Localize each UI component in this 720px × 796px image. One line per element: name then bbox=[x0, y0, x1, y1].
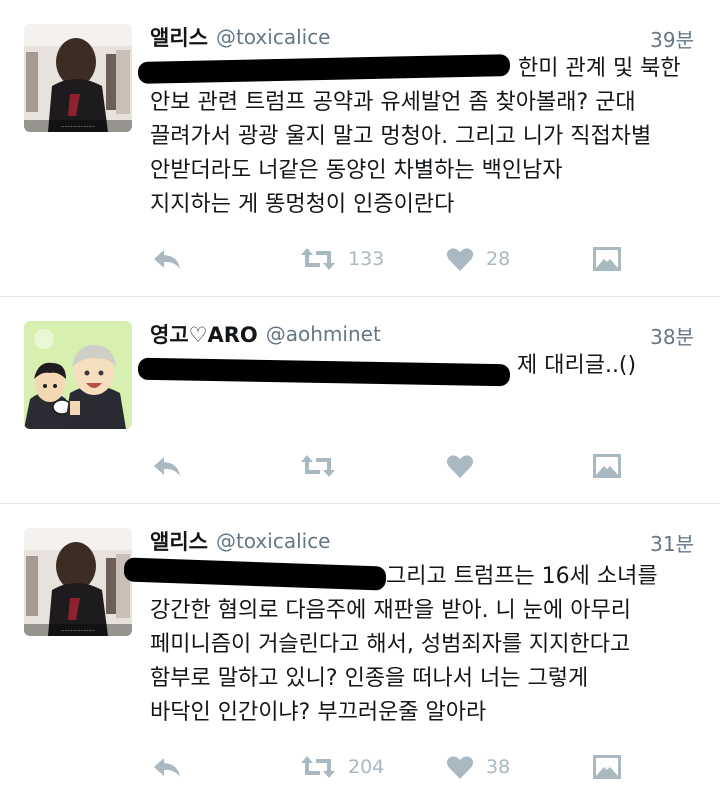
retweet-button[interactable]: 133 bbox=[300, 242, 384, 276]
like-count: 38 bbox=[486, 756, 511, 778]
tweet-line-5: 바닥인 인간이냐? 부끄러운줄 알아라 bbox=[150, 700, 487, 725]
direct-message-button[interactable] bbox=[592, 242, 622, 276]
retweet-count: 133 bbox=[348, 248, 385, 270]
retweet-icon bbox=[301, 756, 335, 778]
reply-icon bbox=[154, 250, 180, 269]
svg-text:·····················: ····················· bbox=[61, 628, 95, 634]
retweet-icon bbox=[301, 248, 335, 270]
display-name[interactable]: 영고♡ARO bbox=[150, 323, 258, 347]
tweet-line-3: 끌려가서 광광 울지 말고 멍청아. 그리고 니가 직접차별 bbox=[150, 124, 652, 149]
reply-button[interactable] bbox=[152, 750, 182, 784]
like-count: 28 bbox=[486, 248, 511, 270]
username-handle[interactable]: @toxicalice bbox=[216, 25, 331, 49]
like-icon bbox=[446, 455, 474, 478]
avatar[interactable]: ····················· bbox=[24, 528, 132, 636]
tweet-header: 앨리스 @toxicalice 39분 bbox=[150, 22, 694, 52]
timestamp[interactable]: 31분 bbox=[650, 528, 694, 557]
like-button[interactable] bbox=[446, 449, 486, 483]
timestamp[interactable]: 38분 bbox=[650, 321, 694, 350]
tweet-line-2: 안보 관련 트럼프 공약과 유세발언 좀 찾아볼래? 군대 bbox=[150, 90, 636, 115]
avatar[interactable]: ····················· bbox=[24, 24, 132, 132]
username-handle[interactable]: @aohminet bbox=[266, 322, 381, 346]
reply-icon bbox=[154, 758, 180, 777]
tweet-line-5: 지지하는 게 똥멍청이 인증이란다 bbox=[150, 192, 455, 217]
reply-icon bbox=[154, 457, 180, 476]
like-button[interactable]: 38 bbox=[446, 750, 510, 784]
timeline: ····················· 앨리스 @toxicalice 39분… bbox=[0, 0, 720, 796]
tweet-actions: 204 38 bbox=[150, 750, 630, 784]
username-handle[interactable]: @toxicalice bbox=[216, 529, 331, 553]
tweet-line-2: 강간한 혐의로 다음주에 재판을 받아. 니 눈에 아무리 bbox=[150, 598, 631, 623]
tweet-actions: 133 28 bbox=[150, 242, 630, 276]
tweet-line-3: 페미니즘이 거슬린다고 해서, 성범죄자를 지지한다고 bbox=[150, 632, 631, 657]
tweet-line-4: 안받더라도 너같은 동양인 차별하는 백인남자 bbox=[150, 158, 563, 183]
svg-text:·····················: ····················· bbox=[61, 124, 95, 130]
direct-message-button[interactable] bbox=[592, 750, 622, 784]
tweet[interactable]: ····················· 앨리스 @toxicalice 31분… bbox=[0, 504, 720, 796]
tweet-line-4: 함부로 말하고 있니? 인종을 떠나서 너는 그렇게 bbox=[150, 666, 589, 691]
timestamp[interactable]: 39분 bbox=[650, 24, 694, 53]
tweet[interactable]: ····················· 앨리스 @toxicalice 39분… bbox=[0, 0, 720, 296]
like-icon bbox=[446, 248, 474, 271]
display-name[interactable]: 앨리스 bbox=[150, 26, 208, 50]
tweet-header: 앨리스 @toxicalice 31분 bbox=[150, 526, 694, 556]
direct-message-icon bbox=[593, 454, 621, 478]
retweet-count: 204 bbox=[348, 756, 385, 778]
tweet-text: 그리고 트럼프는 16세 소녀를 강간한 혐의로 다음주에 재판을 받아. 니 … bbox=[150, 560, 698, 730]
retweet-icon bbox=[301, 455, 335, 477]
tweet[interactable]: 영고♡ARO @aohminet 38분 제 대리글..() bbox=[0, 297, 720, 503]
reply-button[interactable] bbox=[152, 449, 182, 483]
direct-message-icon bbox=[593, 247, 621, 271]
reply-button[interactable] bbox=[152, 242, 182, 276]
avatar[interactable] bbox=[24, 321, 132, 429]
tweet-header: 영고♡ARO @aohminet 38분 bbox=[150, 319, 694, 349]
retweet-button[interactable] bbox=[300, 449, 348, 483]
like-icon bbox=[446, 756, 474, 779]
direct-message-icon bbox=[593, 755, 621, 779]
tweet-actions bbox=[150, 449, 630, 483]
display-name[interactable]: 앨리스 bbox=[150, 530, 208, 554]
retweet-button[interactable]: 204 bbox=[300, 750, 384, 784]
direct-message-button[interactable] bbox=[592, 449, 622, 483]
like-button[interactable]: 28 bbox=[446, 242, 510, 276]
